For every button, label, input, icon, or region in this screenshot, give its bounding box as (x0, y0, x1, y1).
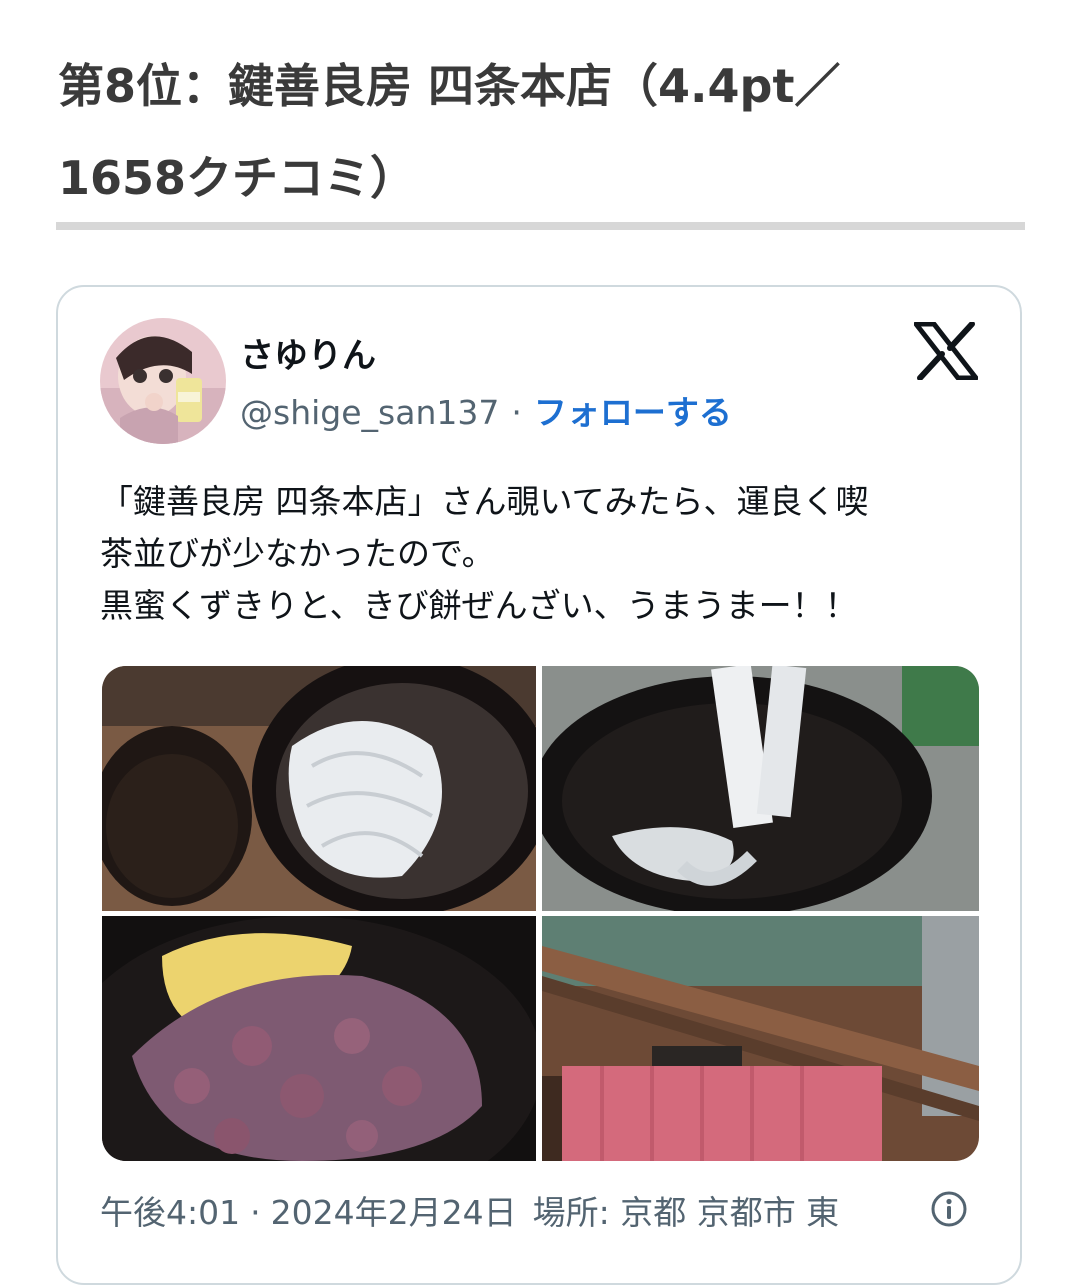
user-display-name[interactable]: さゆりん (240, 328, 376, 377)
meta-separator: · (250, 1193, 261, 1232)
tweet-text-line: 茶並びが少なかったので。 (100, 534, 495, 573)
article-heading: 第8位：鍵善良房 四条本店（4.4pt／ 1658クチコミ） (58, 40, 958, 224)
tweet-meta: 午後4:01 · 2024年2月24日 場所: 京都 京都市 東 (100, 1186, 839, 1234)
tweet-media-grid (102, 666, 979, 1161)
zenzai-photo[interactable] (102, 916, 536, 1161)
tweet-text-line: 「鍵善良房 四条本店」さん覗いてみたら、運良く喫 (100, 482, 869, 521)
kuzukiri-bowl-photo[interactable] (102, 666, 536, 911)
tweet-date[interactable]: 2024年2月24日 (271, 1193, 517, 1232)
heading-line-2: 1658クチコミ） (58, 151, 417, 205)
x-logo-icon[interactable] (913, 321, 979, 381)
tweet-time[interactable]: 午後4:01 (100, 1193, 240, 1232)
tweet-location[interactable]: 場所: 京都 京都市 東 (533, 1193, 840, 1232)
tweet-text-line: 黒蜜くずきりと、きび餅ぜんざい、うまうまー！！ (100, 586, 858, 625)
info-icon[interactable] (930, 1190, 968, 1228)
tweet-text: 「鍵善良房 四条本店」さん覗いてみたら、運良く喫 茶並びが少なかったので。 黒蜜… (100, 476, 960, 632)
user-handle[interactable]: @shige_san137 (240, 393, 499, 432)
handle-separator: · (511, 393, 522, 432)
shop-front-photo[interactable] (542, 916, 979, 1161)
user-handle-row: @shige_san137 · フォローする (240, 386, 732, 434)
heading-divider (56, 222, 1025, 230)
avatar[interactable] (100, 318, 226, 444)
heading-line-1: 第8位：鍵善良房 四条本店（4.4pt／ (58, 59, 841, 113)
follow-button[interactable]: フォローする (534, 393, 732, 432)
kuzukiri-lifted-photo[interactable] (542, 666, 979, 911)
